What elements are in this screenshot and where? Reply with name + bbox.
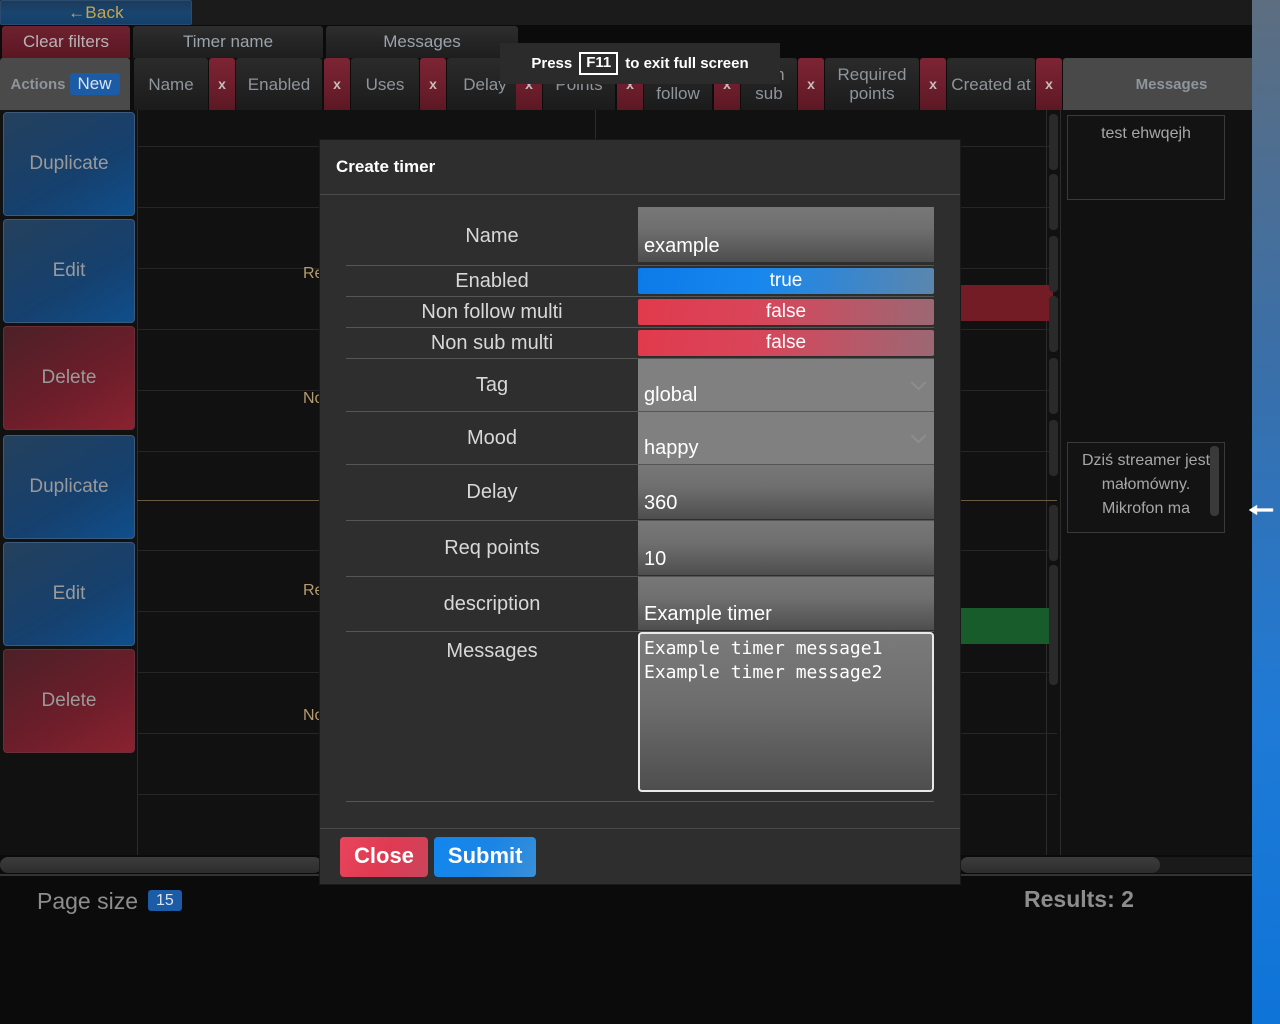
- label-delay: Delay: [466, 481, 518, 503]
- dialog-footer: Close Submit: [320, 828, 960, 884]
- label-req-points: Req points: [444, 537, 540, 559]
- column-header-required-points[interactable]: Required points: [825, 58, 919, 110]
- row-scrollbar[interactable]: [1049, 505, 1058, 561]
- remove-column-non-sub-icon[interactable]: x: [798, 58, 824, 110]
- chevron-down-icon: [910, 428, 927, 444]
- messages-textarea[interactable]: [638, 632, 934, 792]
- scrollbar-thumb[interactable]: [0, 857, 322, 873]
- tag-select[interactable]: global: [638, 359, 934, 411]
- filter-tab-messages[interactable]: Messages: [326, 26, 518, 58]
- actions-column: Duplicate Edit Delete Duplicate Edit Del…: [0, 110, 138, 755]
- row-scrollbar[interactable]: [1049, 174, 1058, 230]
- tag-select-value: global: [644, 384, 698, 406]
- row-scrollbar[interactable]: [1049, 236, 1058, 292]
- duplicate-button-row2[interactable]: Duplicate: [3, 435, 135, 539]
- top-back-bar: ←Back: [0, 0, 1280, 25]
- dialog-title-bar: Create timer: [320, 140, 960, 195]
- edit-button-row1[interactable]: Edit: [3, 219, 135, 323]
- row-scrollbar[interactable]: [1049, 358, 1058, 414]
- message-cell-2[interactable]: Dziś streamer jest małomówny. Mikrofon m…: [1067, 442, 1225, 533]
- status-cell-true: [959, 608, 1053, 644]
- name-input[interactable]: example: [638, 207, 934, 262]
- fullscreen-toast-prefix: Press: [531, 55, 573, 72]
- page-size-control: Page size 15: [37, 888, 182, 915]
- fullscreen-toast-suffix: to exit full screen: [625, 55, 749, 72]
- row-scrollbar[interactable]: [1049, 296, 1058, 352]
- form-row-non-sub-multi: Non sub multi false: [346, 328, 934, 359]
- delay-input[interactable]: 360: [638, 465, 934, 519]
- req-points-input[interactable]: 10: [638, 521, 934, 575]
- column-header-name[interactable]: Name: [134, 58, 208, 110]
- remove-column-name-icon[interactable]: x: [209, 58, 235, 110]
- enabled-toggle[interactable]: true: [638, 268, 934, 294]
- label-enabled: Enabled: [455, 269, 529, 292]
- new-button[interactable]: New: [69, 73, 120, 95]
- column-header-actions: Actions New: [0, 58, 130, 110]
- remove-column-required-points-icon[interactable]: x: [920, 58, 946, 110]
- chevron-down-icon: [910, 375, 927, 391]
- delete-button-row1[interactable]: Delete: [3, 326, 135, 430]
- grid-line: [1060, 110, 1061, 855]
- column-header-enabled[interactable]: Enabled: [236, 58, 322, 110]
- description-input[interactable]: Example timer: [638, 577, 934, 630]
- mood-select[interactable]: happy: [638, 412, 934, 464]
- filter-tab-timer-name[interactable]: Timer name: [133, 26, 323, 58]
- form-row-description: description Example timer: [346, 577, 934, 632]
- dialog-form: Name example Enabled true Non follow mul…: [320, 195, 960, 828]
- create-timer-dialog: Create timer Name example Enabled true N…: [320, 140, 960, 884]
- app-root: ←Back Clear filters Timer name Messages …: [0, 0, 1280, 1024]
- grid-line: [1046, 110, 1047, 855]
- column-header-uses[interactable]: Uses: [351, 58, 419, 110]
- form-row-enabled: Enabled true: [346, 266, 934, 297]
- mood-select-value: happy: [644, 437, 699, 459]
- grid-line: [137, 110, 138, 855]
- message-cell-1[interactable]: test ehwqejh: [1067, 115, 1225, 200]
- submit-button[interactable]: Submit: [433, 836, 537, 877]
- results-count: Results: 2: [1024, 886, 1134, 912]
- close-button[interactable]: Close: [340, 836, 428, 877]
- label-description: description: [443, 592, 541, 615]
- fullscreen-toast-key: F11: [579, 52, 619, 75]
- remove-column-created-at-icon[interactable]: x: [1036, 58, 1062, 110]
- form-row-non-follow-multi: Non follow multi false: [346, 297, 934, 328]
- form-row-delay: Delay 360: [346, 465, 934, 521]
- column-header-created-at[interactable]: Created at: [947, 58, 1035, 110]
- edit-button-row2[interactable]: Edit: [3, 542, 135, 646]
- form-row-messages: Messages: [346, 632, 934, 802]
- table-horizontal-scrollbar-right[interactable]: [960, 857, 1260, 873]
- fullscreen-toast: Press F11 to exit full screen: [500, 43, 780, 84]
- remove-column-uses-icon[interactable]: x: [420, 58, 446, 110]
- status-cell-false: [959, 285, 1053, 321]
- row-scrollbar[interactable]: [1049, 420, 1058, 476]
- non-follow-multi-toggle[interactable]: false: [638, 299, 934, 325]
- actions-label: Actions: [10, 75, 66, 93]
- row-scrollbar[interactable]: [1049, 565, 1058, 685]
- non-sub-multi-toggle[interactable]: false: [638, 330, 934, 356]
- clear-filters-button[interactable]: Clear filters: [2, 26, 130, 58]
- footer-bar: Page size 15 Results: 2: [0, 876, 1280, 1024]
- label-non-sub-multi: Non sub multi: [430, 331, 554, 354]
- page-size-value[interactable]: 15: [148, 890, 182, 911]
- mouse-cursor-left-arrow-icon: [1248, 504, 1274, 516]
- dialog-title: Create timer: [336, 157, 436, 176]
- column-header-messages[interactable]: Messages: [1063, 58, 1280, 110]
- label-name: Name: [465, 224, 519, 247]
- form-row-name: Name example: [346, 207, 934, 266]
- table-horizontal-scrollbar-left[interactable]: [0, 857, 322, 873]
- page-size-label: Page size: [37, 888, 139, 914]
- form-row-tag: Tag global: [346, 359, 934, 412]
- remove-column-enabled-icon[interactable]: x: [324, 58, 350, 110]
- label-messages: Messages: [446, 640, 538, 662]
- row-scrollbar[interactable]: [1049, 114, 1058, 170]
- form-row-req-points: Req points 10: [346, 521, 934, 577]
- form-row-mood: Mood happy: [346, 412, 934, 465]
- label-mood: Mood: [466, 426, 518, 449]
- duplicate-button-row1[interactable]: Duplicate: [3, 112, 135, 216]
- message-cell-scrollbar[interactable]: [1210, 446, 1219, 516]
- delete-button-row2[interactable]: Delete: [3, 649, 135, 753]
- back-button[interactable]: ←Back: [0, 0, 192, 25]
- label-tag: Tag: [475, 373, 509, 396]
- scrollbar-thumb[interactable]: [960, 857, 1160, 873]
- label-non-follow-multi: Non follow multi: [421, 300, 563, 323]
